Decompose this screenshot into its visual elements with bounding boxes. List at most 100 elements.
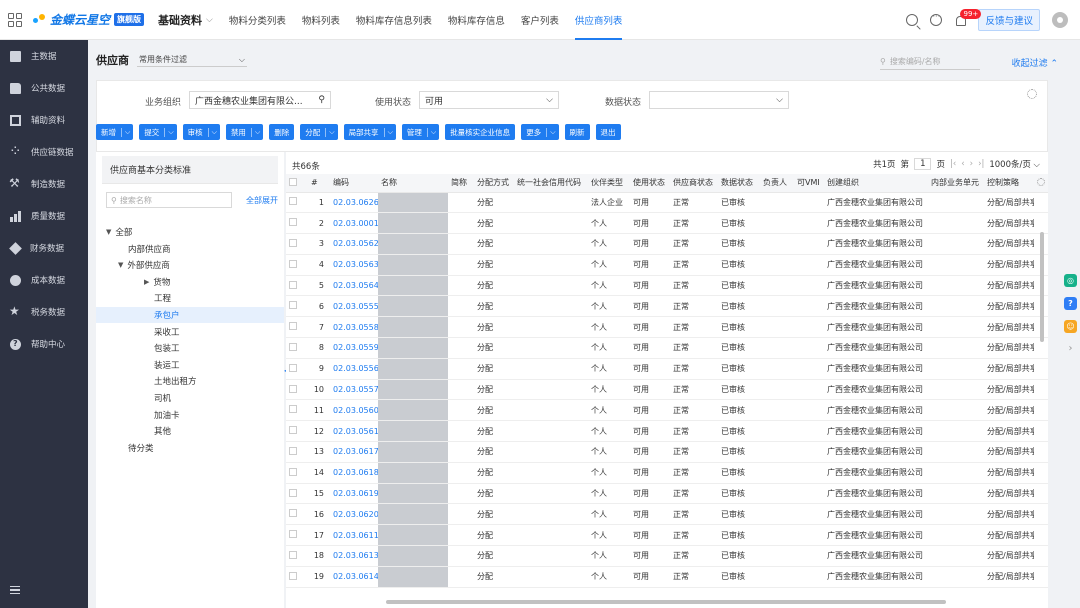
collapse-filter-link[interactable]: 收起过滤 ⌃ — [1012, 56, 1058, 69]
row-checkbox[interactable] — [289, 363, 297, 372]
menu-toggle-icon[interactable] — [10, 586, 20, 594]
filter-scheme-select[interactable]: 常用条件过滤 ⌵ — [137, 53, 247, 67]
column-header[interactable]: 使用状态 — [630, 174, 670, 193]
supplier-code-link[interactable]: 02.03.0555 — [330, 295, 378, 318]
supplier-code-link[interactable]: 02.03.0563 — [330, 254, 378, 276]
toolbar-button-8[interactable]: 批量核实企业信息 — [445, 124, 516, 140]
supplier-code-link[interactable]: 02.03.0562 — [330, 233, 378, 255]
table-row[interactable]: 3 02.03.0562 分配 个人 可用 正常 已审核 广西金穗农业集团有限公司 分配/局部共… — [286, 233, 1048, 255]
column-header[interactable]: # — [308, 174, 330, 193]
table-row[interactable]: 12 02.03.0561 分配 个人 可用 正常 已审核 广西金穗农业集团有限公司 分配/局部… — [286, 420, 1048, 443]
row-checkbox[interactable] — [289, 509, 297, 518]
supplier-code-link[interactable]: 02.03.0618 — [330, 462, 378, 484]
toolbar-button-9[interactable]: 更多 ⌵ — [521, 124, 559, 140]
sidebar-item-6[interactable]: 财务数据 — [0, 232, 88, 264]
app-grid-icon[interactable] — [8, 12, 22, 27]
use-status-select[interactable]: 可用 ⌵ — [419, 91, 559, 109]
table-row[interactable]: 10 02.03.0557 分配 个人 可用 正常 已审核 广西金穗农业集团有限公司 分配/局部… — [286, 379, 1048, 401]
row-checkbox[interactable] — [289, 322, 297, 331]
horizontal-scrollbar[interactable] — [386, 600, 946, 604]
row-checkbox[interactable] — [289, 571, 297, 580]
sidebar-item-5[interactable]: 质量数据 — [0, 200, 88, 232]
supplier-code-link[interactable]: 02.03.0617 — [330, 441, 378, 463]
column-header[interactable]: 伙伴类型 — [588, 174, 630, 193]
toolbar-button-6[interactable]: 局部共享 ⌵ — [343, 124, 396, 140]
supplier-code-link[interactable]: 02.03.0619 — [330, 483, 378, 505]
tab-3[interactable]: 物料库存信息 — [448, 0, 505, 40]
toolbar-button-0[interactable]: 新增 ⌵ — [96, 124, 134, 140]
toolbar-button-10[interactable]: 刷新 — [564, 124, 590, 140]
chevron-down-icon[interactable]: ⌵ — [121, 127, 133, 137]
row-checkbox[interactable] — [289, 301, 297, 310]
tree-node[interactable]: ▼ 外部供应商 — [118, 257, 170, 273]
row-checkbox[interactable] — [289, 446, 297, 455]
caret-down-icon[interactable]: ▼ — [106, 228, 111, 236]
row-checkbox[interactable] — [289, 530, 297, 539]
brand-logo[interactable]: 金蝶云星空 旗舰版 — [32, 11, 145, 28]
page-size-select[interactable]: 1000条/页 ⌵ — [989, 158, 1040, 170]
column-header[interactable]: 数据状态 — [718, 174, 760, 193]
column-header[interactable]: 供应商状态 — [670, 174, 718, 193]
chevron-down-icon[interactable]: ⌵ — [250, 127, 263, 137]
table-row[interactable]: 8 02.03.0559 分配 个人 可用 正常 已审核 广西金穗农业集团有限公司 分配/局部共… — [286, 337, 1048, 359]
tree-node[interactable]: 内部供应商 — [128, 241, 171, 257]
tree-node[interactable]: 土地出租方 — [154, 373, 197, 389]
column-header[interactable]: 名称 — [378, 174, 448, 193]
toolbar-button-7[interactable]: 管理 ⌵ — [401, 124, 440, 140]
table-row[interactable]: 14 02.03.0618 分配 个人 可用 正常 已审核 广西金穗农业集团有限公司 分配/局部… — [286, 462, 1048, 484]
tree-node[interactable]: 装运工 — [154, 357, 180, 373]
vertical-scrollbar[interactable] — [1040, 232, 1044, 342]
tab-5[interactable]: 供应商列表 — [574, 0, 622, 40]
expand-all-link[interactable]: 全部展开 — [246, 195, 278, 206]
chevron-right-icon[interactable]: › — [1069, 343, 1073, 354]
table-row[interactable]: 4 02.03.0563 分配 个人 可用 正常 已审核 广西金穗农业集团有限公司 分配/局部共… — [286, 254, 1048, 276]
sidebar-item-7[interactable]: 成本数据 — [0, 264, 88, 296]
supplier-code-link[interactable]: 02.03.0614 — [330, 566, 378, 588]
chevron-down-icon[interactable]: ⌵ — [546, 127, 558, 137]
bell-icon[interactable]: 99+ — [954, 9, 982, 26]
tab-0[interactable]: 物料分类列表 — [229, 0, 286, 40]
supplier-code-link[interactable]: 02.03.0559 — [330, 337, 378, 359]
table-row[interactable]: 16 02.03.0620 分配 个人 可用 正常 已审核 广西金穗农业集团有限公司 分配/局部… — [286, 503, 1048, 526]
tree-node[interactable]: 采收工 — [154, 324, 180, 340]
gear-icon[interactable] — [1037, 177, 1045, 186]
tree-node[interactable]: 司机 — [154, 390, 171, 406]
chevron-down-icon[interactable]: ⌵ — [383, 127, 396, 137]
table-row[interactable]: 5 02.03.0564 分配 个人 可用 正常 已审核 广西金穗农业集团有限公司 分配/局部共… — [286, 275, 1048, 297]
sidebar-item-9[interactable]: 帮助中心 — [0, 328, 88, 360]
quick-search-input[interactable]: ⚲ 搜索编码/名称 — [880, 54, 980, 70]
tree-node[interactable]: 包装工 — [154, 340, 180, 356]
chevron-down-icon[interactable]: ⌵ — [207, 127, 220, 137]
gear-icon[interactable] — [1027, 89, 1037, 99]
sidebar-item-2[interactable]: 辅助资料 — [0, 104, 88, 136]
supplier-code-link[interactable]: 02.03.0611 — [330, 524, 378, 547]
page-input[interactable]: 1 — [914, 158, 932, 170]
row-checkbox[interactable] — [289, 488, 297, 497]
supplier-code-link[interactable]: 02.03.0561 — [330, 420, 378, 443]
row-checkbox[interactable] — [289, 197, 297, 206]
module-switcher[interactable]: 基础资料 ⌵ — [158, 12, 213, 28]
row-checkbox[interactable] — [289, 467, 297, 476]
column-header[interactable]: 负责人 — [760, 174, 794, 193]
column-header[interactable]: 简称 — [448, 174, 474, 193]
table-row[interactable]: 13 02.03.0617 分配 个人 可用 正常 已审核 广西金穗农业集团有限公司 分配/局部… — [286, 441, 1048, 463]
row-checkbox[interactable] — [289, 384, 297, 393]
search-icon[interactable] — [906, 14, 919, 26]
supplier-code-link[interactable]: 02.03.0556 — [330, 358, 378, 380]
row-checkbox[interactable] — [289, 426, 297, 435]
supplier-code-link[interactable]: 02.03.0001 — [330, 212, 378, 235]
select-all-checkbox[interactable] — [289, 177, 297, 186]
tree-node[interactable]: ▶ 货物 — [144, 274, 170, 290]
supplier-code-link[interactable]: 02.03.0558 — [330, 316, 378, 339]
chat-bot-icon[interactable]: ☺ — [1064, 320, 1077, 333]
chevron-down-icon[interactable]: ⌵ — [426, 127, 439, 137]
table-row[interactable]: 18 02.03.0613 分配 个人 可用 正常 已审核 广西金穗农业集团有限公司 分配/局部… — [286, 545, 1048, 567]
row-checkbox[interactable] — [289, 238, 297, 247]
column-header[interactable]: 创建组织 — [824, 174, 928, 193]
prev-page-icon[interactable]: ‹ — [961, 159, 964, 169]
first-page-icon[interactable]: |‹ — [950, 159, 956, 169]
toolbar-button-1[interactable]: 提交 ⌵ — [139, 124, 177, 140]
sidebar-item-8[interactable]: 税务数据 — [0, 296, 88, 328]
row-checkbox[interactable] — [289, 218, 297, 227]
tab-4[interactable]: 客户列表 — [521, 0, 559, 40]
